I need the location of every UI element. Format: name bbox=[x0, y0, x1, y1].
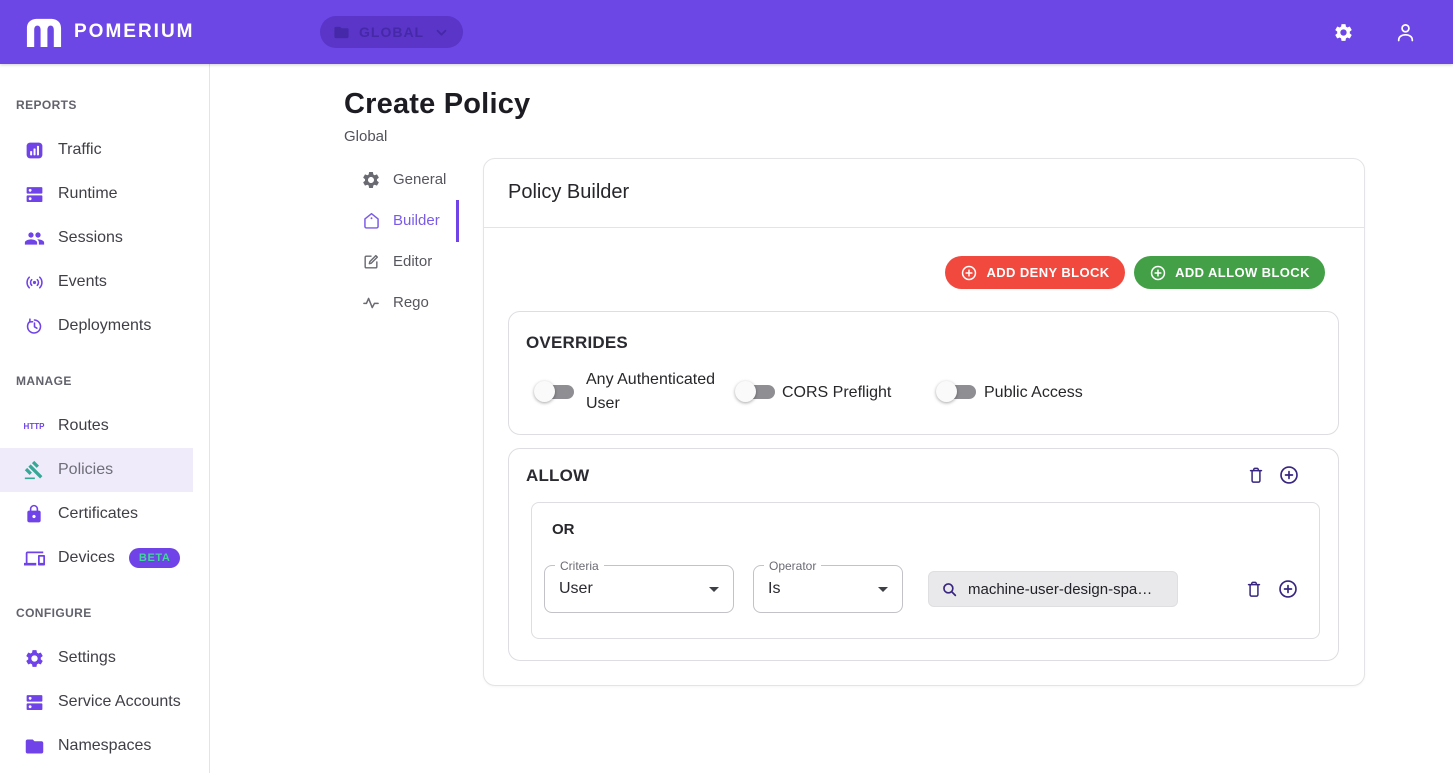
tab-editor[interactable]: Editor bbox=[352, 241, 456, 282]
card-divider bbox=[484, 227, 1364, 228]
app-header: POMERIUM GLOBAL bbox=[0, 0, 1453, 64]
chevron-down-icon bbox=[871, 577, 895, 601]
sidebar-item-settings[interactable]: Settings bbox=[0, 636, 193, 680]
page-subtitle: Global bbox=[344, 128, 387, 145]
public-access-toggle[interactable] bbox=[936, 379, 982, 405]
brand-text: POMERIUM bbox=[74, 21, 195, 43]
deployments-history-icon bbox=[22, 314, 46, 338]
or-group: OR Criteria User Operator Is machine-u bbox=[531, 502, 1320, 639]
home-icon bbox=[360, 210, 382, 232]
sidebar-item-routes[interactable]: HTTP Routes bbox=[0, 404, 193, 448]
overrides-title: OVERRIDES bbox=[526, 333, 628, 353]
user-search-value-chip[interactable]: machine-user-design-spa… bbox=[928, 571, 1178, 607]
beta-badge: BETA bbox=[129, 548, 181, 568]
user-account-icon[interactable] bbox=[1383, 0, 1427, 64]
plus-circle-icon bbox=[1149, 264, 1167, 282]
settings-gear-icon[interactable] bbox=[1321, 0, 1365, 64]
policy-builder-card: Policy Builder ADD DENY BLOCK ADD ALLOW … bbox=[483, 158, 1365, 686]
delete-allow-block-icon[interactable] bbox=[1246, 465, 1266, 485]
activity-icon bbox=[360, 292, 382, 314]
plus-circle-icon bbox=[960, 264, 978, 282]
tab-rego[interactable]: Rego bbox=[352, 282, 456, 323]
toggle-label: CORS Preflight bbox=[782, 384, 891, 402]
service-accounts-icon bbox=[22, 690, 46, 714]
events-broadcast-icon bbox=[22, 270, 46, 294]
chevron-down-icon bbox=[702, 577, 726, 601]
gear-icon bbox=[360, 169, 382, 191]
pomerium-logo: POMERIUM bbox=[25, 0, 195, 64]
sidebar-item-namespaces[interactable]: Namespaces bbox=[0, 724, 193, 768]
combinator-label: OR bbox=[552, 521, 575, 538]
sidebar-item-service-accounts[interactable]: Service Accounts bbox=[0, 680, 193, 724]
add-allow-block-button[interactable]: ADD ALLOW BLOCK bbox=[1134, 256, 1325, 289]
settings-gear-icon bbox=[22, 646, 46, 670]
criteria-select-value: User bbox=[559, 580, 593, 598]
search-icon bbox=[940, 580, 959, 599]
folder-icon bbox=[333, 24, 350, 41]
sidebar-section-configure: CONFIGURE bbox=[16, 606, 92, 620]
edit-icon bbox=[360, 251, 382, 273]
allow-block: ALLOW OR Criteria User Operator Is bbox=[508, 448, 1339, 661]
sidebar-section-manage: MANAGE bbox=[16, 374, 72, 388]
sidebar-item-policies[interactable]: Policies bbox=[0, 448, 193, 492]
selected-tab-indicator bbox=[456, 200, 459, 242]
namespace-selector-button[interactable]: GLOBAL bbox=[320, 16, 463, 48]
sidebar-item-events[interactable]: Events bbox=[0, 260, 193, 304]
criteria-select[interactable]: Criteria User bbox=[544, 565, 734, 613]
chevron-down-icon bbox=[433, 24, 450, 41]
namespace-label: GLOBAL bbox=[359, 24, 424, 40]
certificates-lock-icon bbox=[22, 502, 46, 526]
criteria-select-label: Criteria bbox=[555, 559, 604, 573]
add-criteria-group-icon[interactable] bbox=[1278, 464, 1300, 486]
policies-gavel-icon bbox=[22, 458, 46, 482]
add-criteria-row-icon[interactable] bbox=[1277, 578, 1299, 600]
tab-general[interactable]: General bbox=[352, 159, 456, 200]
cors-preflight-toggle[interactable] bbox=[735, 379, 781, 405]
operator-select-value: Is bbox=[768, 580, 780, 598]
user-search-value: machine-user-design-spa… bbox=[968, 581, 1152, 598]
operator-select[interactable]: Operator Is bbox=[753, 565, 903, 613]
sidebar-section-reports: REPORTS bbox=[16, 98, 77, 112]
sidebar-item-traffic[interactable]: Traffic bbox=[0, 128, 193, 172]
sidebar-item-devices[interactable]: Devices BETA bbox=[0, 536, 193, 580]
add-deny-block-button[interactable]: ADD DENY BLOCK bbox=[945, 256, 1125, 289]
delete-criteria-row-icon[interactable] bbox=[1244, 579, 1264, 599]
devices-icon bbox=[22, 546, 46, 570]
traffic-chart-icon bbox=[22, 138, 46, 162]
operator-select-label: Operator bbox=[764, 559, 821, 573]
runtime-server-icon bbox=[22, 182, 46, 206]
overrides-section: OVERRIDES Any Authenticated User CORS Pr… bbox=[508, 311, 1339, 435]
sidebar-item-runtime[interactable]: Runtime bbox=[0, 172, 193, 216]
tab-builder[interactable]: Builder bbox=[352, 200, 456, 241]
sidebar: REPORTS Traffic Runtime Sessions Events … bbox=[0, 64, 210, 773]
pomerium-logo-icon bbox=[25, 18, 63, 47]
page-title: Create Policy bbox=[344, 88, 530, 121]
card-title: Policy Builder bbox=[508, 181, 629, 204]
toggle-label: Public Access bbox=[984, 384, 1083, 402]
sidebar-item-deployments[interactable]: Deployments bbox=[0, 304, 193, 348]
routes-http-icon: HTTP bbox=[22, 414, 46, 438]
allow-title: ALLOW bbox=[526, 466, 589, 486]
namespaces-folder-icon bbox=[22, 734, 46, 758]
sessions-people-icon bbox=[22, 226, 46, 250]
sidebar-item-certificates[interactable]: Certificates bbox=[0, 492, 193, 536]
criteria-row: Criteria User Operator Is machine-user-d… bbox=[544, 561, 1309, 617]
toggle-label: Any Authenticated User bbox=[586, 368, 738, 416]
any-authenticated-user-toggle[interactable] bbox=[534, 379, 580, 405]
sidebar-item-sessions[interactable]: Sessions bbox=[0, 216, 193, 260]
